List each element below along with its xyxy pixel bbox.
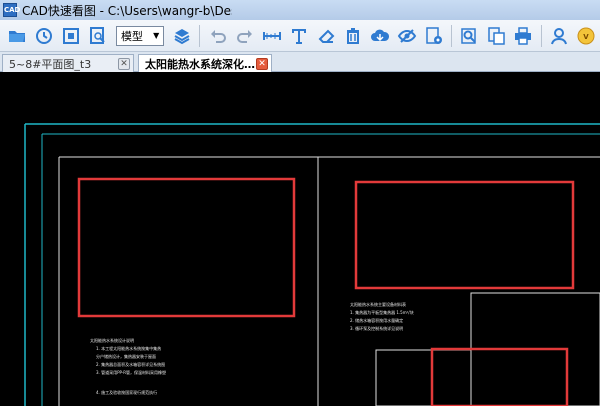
drawing-canvas[interactable]: 太阳能热水系统设计说明 1. 本工程太阳能热水系统按集中集热 分户储热设计，集热…: [0, 72, 600, 406]
undo-icon[interactable]: [206, 24, 229, 48]
toolbar-divider: [540, 24, 542, 47]
close-icon[interactable]: ✕: [256, 58, 268, 70]
note-line: 3. 管道采用PP-R管，保温材料采用橡塑: [96, 370, 167, 375]
svg-text:V: V: [584, 33, 590, 41]
note-line: 3. 循环泵及控制系统详见说明: [350, 326, 404, 331]
settings-icon[interactable]: [422, 24, 445, 48]
export-icon[interactable]: [485, 24, 508, 48]
history-clock-icon[interactable]: [33, 24, 56, 48]
vip-icon[interactable]: V: [575, 24, 598, 48]
measure-icon[interactable]: [260, 24, 283, 48]
note-line: 4. 施工及验收按国家现行规范执行: [96, 390, 158, 395]
note-line: 1. 本工程太阳能热水系统按集中集热: [96, 346, 162, 351]
note-line: 2. 集热器总面积及水箱容积详见系统图: [96, 362, 166, 367]
text-icon[interactable]: [287, 24, 310, 48]
tab-5-8-plan[interactable]: 5~8#平面图_t3 ✕: [2, 54, 134, 72]
note-line: 1. 集热器为平板型集热器 1.5m²/块: [350, 310, 414, 315]
close-icon[interactable]: ✕: [118, 58, 130, 70]
trash-icon[interactable]: [341, 24, 364, 48]
app-logo-icon: CAD: [3, 3, 20, 17]
mode-select[interactable]: 模型 ▼: [115, 25, 165, 46]
title-bar: CAD CAD快速看图 - C:\Users\wangr-b\Deskto: [0, 0, 600, 20]
find-in-doc-icon[interactable]: [87, 24, 110, 48]
highlight-box-right: [354, 180, 575, 290]
tab-solar-water-system[interactable]: 太阳能热水系统深化… ✕: [138, 54, 272, 72]
eye-hide-icon[interactable]: [395, 24, 418, 48]
highlight-box-bottom: [430, 347, 569, 406]
eraser-icon[interactable]: [314, 24, 337, 48]
layers-icon[interactable]: [170, 24, 193, 48]
main-toolbar: 模型 ▼ V: [0, 20, 600, 52]
zoom-extents-icon[interactable]: [60, 24, 83, 48]
note-line: 太阳能热水系统主要设备材料表: [350, 302, 406, 307]
print-icon[interactable]: [512, 24, 535, 48]
document-tab-bar: 5~8#平面图_t3 ✕ 太阳能热水系统深化… ✕: [0, 52, 600, 72]
user-icon[interactable]: [548, 24, 571, 48]
tab-label: 太阳能热水系统深化…: [145, 57, 255, 71]
search-doc-icon[interactable]: [458, 24, 481, 48]
chevron-down-icon: ▼: [153, 31, 160, 40]
cad-drawing: [24, 123, 600, 406]
note-line: 太阳能热水系统设计说明: [90, 338, 134, 343]
open-folder-icon[interactable]: [6, 24, 29, 48]
note-line: 2. 储热水箱容积按用水量确定: [350, 318, 404, 323]
note-line: 分户储热设计，集热器安装于屋面: [96, 354, 156, 359]
window-title: CAD快速看图 - C:\Users\wangr-b\Deskto: [22, 3, 232, 18]
mode-select-value: 模型: [120, 29, 143, 43]
highlight-box-left: [77, 177, 296, 318]
detail-box: [375, 349, 472, 406]
toolbar-divider: [451, 24, 452, 47]
cloud-icon[interactable]: [368, 24, 391, 48]
tab-label: 5~8#平面图_t3: [9, 57, 92, 71]
redo-icon[interactable]: [233, 24, 256, 48]
toolbar-divider: [199, 24, 201, 47]
